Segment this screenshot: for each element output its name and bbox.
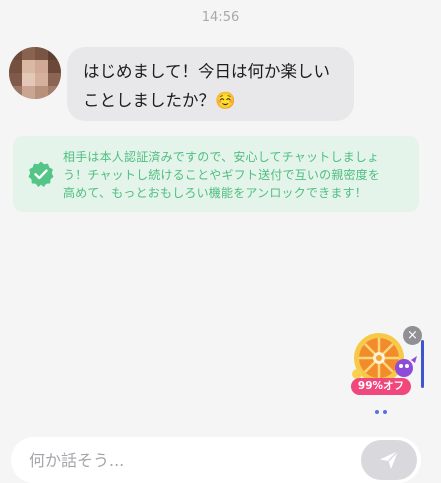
message-text-line-1: はじめまして！今日は何か楽しい [83,62,331,81]
carousel-dots [375,410,387,414]
side-handle[interactable] [421,340,424,388]
incoming-message-bubble[interactable]: はじめまして！今日は何か楽しい ことしましたか？☺️ [67,47,354,121]
send-button[interactable] [361,440,417,480]
discount-badge: 99%オフ [351,378,411,395]
notice-text-line-2: う！チャットし続けることやギフト送付で互いの親密度を [63,168,381,182]
message-text-line-2: ことしましたか？☺️ [83,86,340,115]
carousel-dot [383,410,387,414]
message-composer [11,437,421,483]
close-icon[interactable]: × [403,326,422,345]
notice-text-line-3: 高めて、もっとおもしろい機能をアンロックできます！ [63,186,367,200]
send-icon [380,450,399,469]
notice-text-line-1: 相手は本人認証済みですので、安心してチャットしましょ [63,150,380,164]
carousel-dot [375,410,379,414]
verified-badge-icon [27,160,55,188]
avatar[interactable] [9,47,61,99]
message-input[interactable] [27,437,351,483]
smiling-face-emoji: ☺️ [215,91,236,110]
message-timestamp: 14:56 [201,10,240,25]
verification-notice: 相手は本人認証済みですので、安心してチャットしましょ う！チャットし続けることや… [13,136,419,212]
message-text-line-2-text: ことしましたか？ [83,91,215,110]
